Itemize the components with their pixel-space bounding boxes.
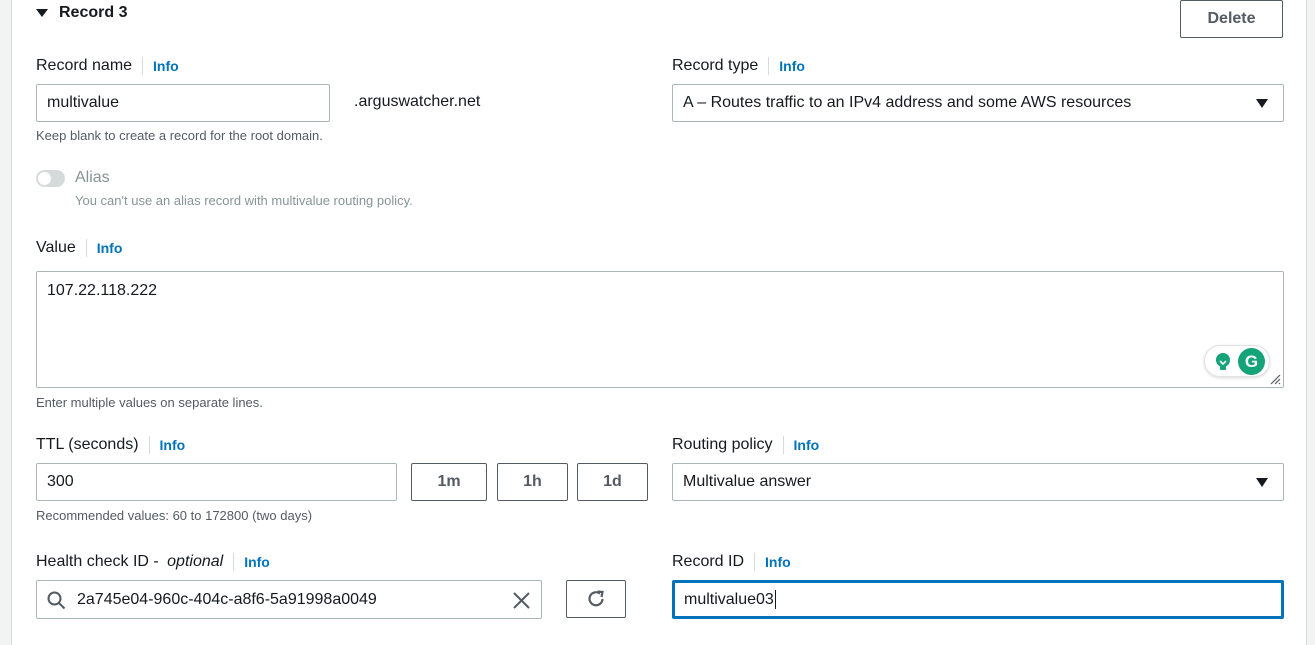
health-check-optional: optional: [167, 553, 224, 570]
value-text: 107.22.118.222: [47, 282, 158, 299]
ttl-value: 300: [47, 473, 74, 490]
routing-policy-select[interactable]: Multivalue answer: [672, 463, 1284, 501]
divider: [233, 553, 235, 571]
value-info-link[interactable]: Info: [97, 240, 123, 256]
record-name-label: Record name Info: [36, 56, 179, 76]
ttl-label-text: TTL (seconds): [36, 436, 139, 453]
toggle-knob: [38, 172, 51, 185]
value-hint: Enter multiple values on separate lines.: [36, 395, 263, 410]
caret-down-icon: [1256, 478, 1268, 487]
record-type-label-text: Record type: [672, 57, 759, 74]
ttl-label: TTL (seconds) Info: [36, 435, 185, 455]
routing-policy-label: Routing policy Info: [672, 435, 819, 455]
health-check-input[interactable]: 2a745e04-960c-404c-a8f6-5a91998a0049: [36, 580, 542, 619]
ttl-1h-button[interactable]: 1h: [497, 463, 568, 501]
value-label-text: Value: [36, 239, 76, 256]
record-type-selected: A – Routes traffic to an IPv4 address an…: [683, 94, 1132, 111]
record-id-input[interactable]: multivalue03: [672, 580, 1284, 619]
record-name-value: multivalue: [47, 94, 120, 111]
alias-label: Alias: [75, 169, 110, 186]
alias-description: You can't use an alias record with multi…: [75, 193, 413, 208]
delete-button[interactable]: Delete: [1180, 0, 1283, 38]
record-type-label: Record type Info: [672, 56, 805, 76]
record-header[interactable]: Record 3: [36, 4, 127, 22]
grammarly-logo-icon: G: [1238, 348, 1265, 375]
divider: [148, 436, 150, 454]
caret-down-icon: [1256, 99, 1268, 108]
divider: [142, 57, 144, 75]
record-id-label: Record ID Info: [672, 552, 791, 572]
grammarly-widget[interactable]: G: [1204, 345, 1270, 377]
divider: [85, 239, 87, 257]
record-name-info-link[interactable]: Info: [153, 58, 179, 74]
record-id-label-text: Record ID: [672, 553, 745, 570]
health-check-label: Health check ID - optional Info: [36, 552, 270, 572]
health-check-label-text: Health check ID -: [36, 553, 164, 570]
record-name-hint: Keep blank to create a record for the ro…: [36, 128, 323, 143]
ttl-info-link[interactable]: Info: [160, 437, 186, 453]
ttl-1d-button[interactable]: 1d: [577, 463, 648, 501]
resize-handle-icon[interactable]: [1269, 373, 1281, 385]
health-check-value: 2a745e04-960c-404c-a8f6-5a91998a0049: [77, 591, 377, 608]
alias-toggle[interactable]: [36, 170, 65, 187]
record-id-value: multivalue03: [684, 590, 774, 608]
routing-policy-selected: Multivalue answer: [683, 473, 812, 490]
ttl-hint: Recommended values: 60 to 172800 (two da…: [36, 508, 313, 523]
divider: [754, 553, 756, 571]
record-id-info-link[interactable]: Info: [765, 554, 791, 570]
record-type-select[interactable]: A – Routes traffic to an IPv4 address an…: [672, 84, 1284, 122]
refresh-button[interactable]: [566, 580, 626, 618]
text-cursor: [774, 590, 776, 609]
close-icon[interactable]: [512, 591, 531, 610]
ttl-1m-button[interactable]: 1m: [411, 463, 487, 501]
record-name-label-text: Record name: [36, 57, 133, 74]
record-type-info-link[interactable]: Info: [779, 58, 805, 74]
refresh-icon: [588, 590, 604, 607]
caret-down-icon: [36, 9, 48, 17]
health-check-info-link[interactable]: Info: [244, 554, 270, 570]
domain-suffix: .arguswatcher.net: [354, 93, 481, 110]
search-icon: [47, 591, 66, 610]
value-label: Value Info: [36, 238, 122, 258]
routing-policy-info-link[interactable]: Info: [794, 437, 820, 453]
routing-policy-label-text: Routing policy: [672, 436, 773, 453]
record-title: Record 3: [59, 4, 128, 21]
record-name-input[interactable]: multivalue: [36, 84, 330, 122]
ttl-input[interactable]: 300: [36, 463, 397, 501]
value-textarea[interactable]: 107.22.118.222: [36, 271, 1284, 388]
lightbulb-icon: [1216, 353, 1230, 370]
divider: [768, 57, 770, 75]
divider: [782, 436, 784, 454]
